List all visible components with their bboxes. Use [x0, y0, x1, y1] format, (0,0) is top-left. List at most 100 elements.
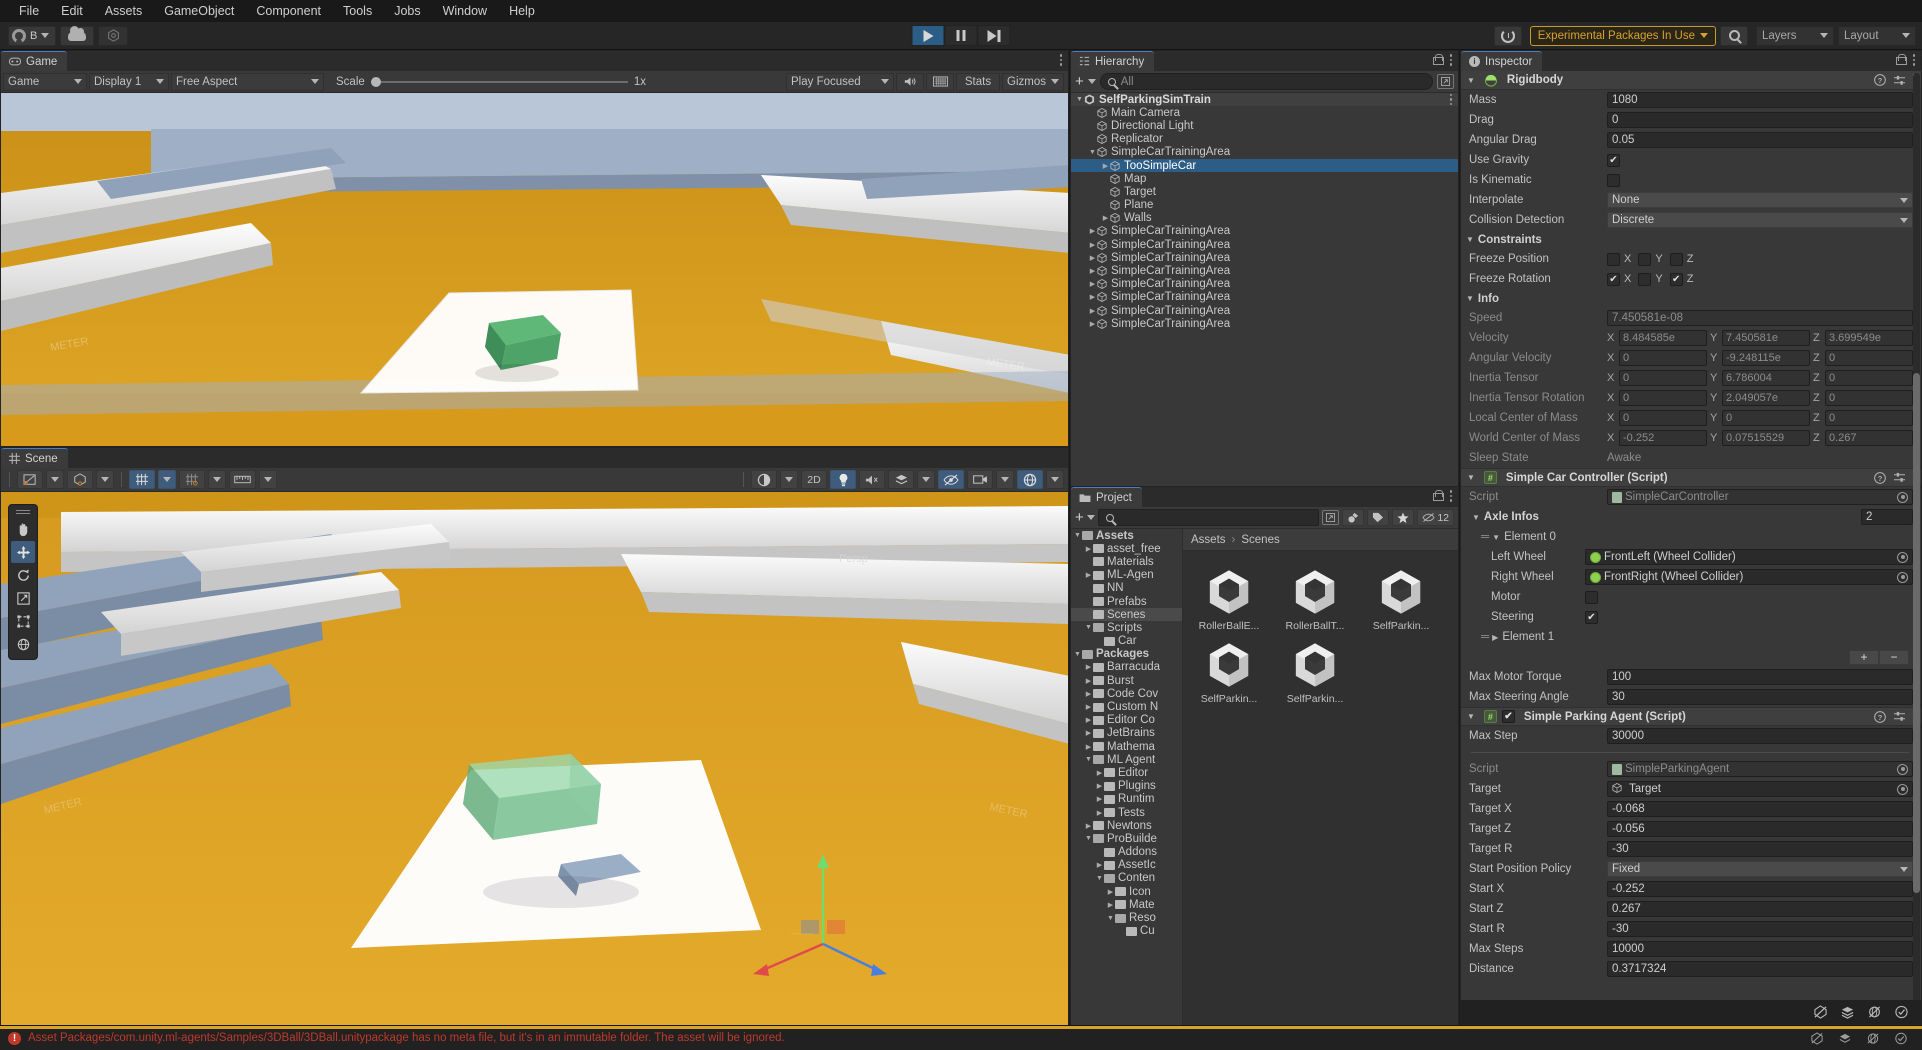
project-tree-item[interactable]: ▼ ProBuilde [1071, 832, 1182, 845]
preset-icon[interactable] [1893, 75, 1906, 86]
project-tree-item[interactable]: ▶ Newtons [1071, 819, 1182, 832]
project-tree-item[interactable]: ▶ Plugins [1071, 780, 1182, 793]
object-reference-field[interactable]: FrontLeft (Wheel Collider) [1585, 549, 1913, 565]
vector-x-input[interactable]: 0 [1619, 350, 1707, 366]
value-input[interactable]: 30 [1607, 689, 1913, 705]
chevron-down-icon[interactable]: ▼ [1466, 294, 1474, 303]
chevron-down-icon[interactable]: ▼ [1073, 651, 1082, 658]
chevron-right-icon[interactable]: ▶ [1095, 782, 1104, 790]
vector-y-input[interactable]: 0.07515529 [1722, 430, 1810, 446]
play-mode-dropdown[interactable]: Play Focused [786, 72, 894, 91]
foldout-section[interactable]: ▼ Info [1461, 289, 1921, 308]
pivot-dropdown[interactable] [46, 470, 64, 489]
chevron-down-icon[interactable]: ▼ [1084, 835, 1093, 842]
vector3-field[interactable]: X 0 Y 6.786004 Z 0 [1607, 370, 1913, 386]
chevron-right-icon[interactable]: ▶ [1106, 888, 1115, 896]
project-tree-item[interactable]: ▼ Conten [1071, 872, 1182, 885]
help-icon[interactable]: ? [1873, 74, 1886, 86]
inspector-content[interactable]: ▼ Rigidbody? Mass 1080 Drag 0 Angular Drag 0.05… [1461, 71, 1921, 1024]
object-reference-field[interactable]: SimpleParkingAgent [1607, 761, 1913, 777]
breadcrumb-item[interactable]: Assets [1191, 534, 1226, 546]
menu-item-tools[interactable]: Tools [332, 1, 383, 21]
value-input[interactable]: 100 [1607, 669, 1913, 685]
asset-item[interactable]: SelfParkin... [1187, 634, 1271, 705]
chevron-down-icon[interactable] [1086, 515, 1095, 520]
lock-icon[interactable] [1432, 490, 1444, 502]
value-input[interactable]: 0.267 [1607, 901, 1913, 917]
object-reference-field[interactable]: FrontRight (Wheel Collider) [1585, 569, 1913, 585]
hierarchy-item[interactable]: Replicator [1071, 133, 1458, 146]
lock-icon[interactable] [1895, 54, 1907, 66]
preset-icon[interactable] [1893, 472, 1906, 483]
aspect-dropdown[interactable]: Free Aspect [171, 72, 324, 91]
remove-element-button[interactable]: − [1879, 649, 1909, 665]
toggle-audio-button[interactable] [859, 470, 885, 489]
vector-z-input[interactable]: 0 [1825, 390, 1913, 406]
array-element-header[interactable]: ═ ▼ Element 0 [1461, 527, 1921, 547]
project-tree-item[interactable]: Addons [1071, 846, 1182, 859]
inspector-scrollbar-thumb[interactable] [1913, 373, 1920, 893]
asset-grid[interactable]: RollerBallE... RollerBallT... SelfParkin..… [1183, 551, 1458, 1028]
checkbox[interactable]: ✔ [1585, 610, 1598, 624]
vector3-field[interactable]: X -0.252 Y 0.07515529 Z 0.267 [1607, 430, 1913, 446]
inspector-scrollbar[interactable] [1913, 73, 1920, 1004]
chevron-right-icon[interactable]: ▶ [1106, 901, 1115, 909]
object-picker-button[interactable] [1897, 551, 1908, 563]
project-expand-button[interactable] [1322, 510, 1340, 525]
chevron-down-icon[interactable]: ▼ [1467, 712, 1475, 721]
checkbox-x[interactable]: ✔ [1607, 272, 1620, 286]
value-input[interactable]: -30 [1607, 921, 1913, 937]
hierarchy-item[interactable]: ▶ SimpleCarTrainingArea [1071, 317, 1458, 330]
layout-dropdown[interactable]: Layout [1838, 25, 1916, 46]
vector-y-input[interactable]: 2.049057e [1722, 390, 1810, 406]
foldout-section[interactable]: ▼ Constraints [1461, 230, 1921, 249]
dropdown-select[interactable]: Fixed [1607, 861, 1913, 877]
project-tree-item[interactable]: ▶ Burst [1071, 674, 1182, 687]
project-tree-item[interactable]: ▼ Reso [1071, 911, 1182, 924]
chevron-right-icon[interactable]: ▶ [1101, 214, 1110, 222]
project-tree-item[interactable]: ▼ Packages [1071, 648, 1182, 661]
value-input[interactable]: -0.056 [1607, 821, 1913, 837]
chevron-right-icon[interactable]: ▶ [1088, 227, 1097, 235]
object-picker-button[interactable] [1897, 571, 1908, 583]
tools-drag-handle[interactable] [16, 509, 30, 515]
menu-item-component[interactable]: Component [245, 1, 332, 21]
object-reference-field[interactable]: Target [1607, 781, 1913, 797]
no-visibility-icon[interactable] [1866, 1032, 1880, 1045]
vertex-snapping-button[interactable] [179, 470, 205, 489]
account-button[interactable]: B [8, 25, 57, 46]
asset-item[interactable]: SelfParkin... [1273, 634, 1357, 705]
project-tree-item[interactable]: ▶ Mate [1071, 898, 1182, 911]
component-header[interactable]: ▼ # ✔ Simple Parking Agent (Script)? [1461, 707, 1921, 726]
add-gameobject-button[interactable]: + [1075, 74, 1084, 89]
chevron-down-icon[interactable] [1087, 79, 1096, 84]
tab-scene[interactable]: Scene [1, 448, 68, 468]
check-circle-icon[interactable] [1894, 1032, 1908, 1045]
scene-camera-dropdown[interactable] [996, 470, 1014, 489]
chevron-right-icon[interactable]: ▶ [1095, 809, 1104, 817]
project-tree-item[interactable]: ▶ Mathema [1071, 740, 1182, 753]
chevron-right-icon[interactable]: ▶ [1084, 729, 1093, 737]
array-size-input[interactable]: 2 [1861, 509, 1913, 525]
gizmos-visibility-dropdown[interactable] [1046, 470, 1064, 489]
hierarchy-tree[interactable]: ▼ SelfParkingSimTrain Main Camera Direction… [1071, 93, 1458, 504]
value-input[interactable]: 1080 [1607, 92, 1913, 108]
chevron-right-icon[interactable]: ▶ [1088, 293, 1097, 301]
hierarchy-item[interactable]: ▼ SelfParkingSimTrain [1071, 93, 1458, 107]
vector-y-input[interactable]: 0 [1722, 410, 1810, 426]
chevron-down-icon[interactable]: ▼ [1472, 513, 1480, 522]
chevron-right-icon[interactable]: ▶ [1095, 795, 1104, 803]
chevron-right-icon[interactable]: ▶ [1084, 822, 1093, 830]
menu-item-window[interactable]: Window [432, 1, 498, 21]
move-tool[interactable] [11, 541, 35, 563]
checkbox[interactable]: ✔ [1607, 153, 1620, 167]
object-picker-button[interactable] [1897, 783, 1908, 795]
chevron-down-icon[interactable]: ▼ [1088, 149, 1097, 156]
checkbox-z[interactable]: ✔ [1669, 272, 1683, 286]
no-visibility-icon[interactable] [1867, 1005, 1882, 1019]
kebab-menu-icon[interactable] [1449, 93, 1452, 106]
project-tree-item[interactable]: ▶ Barracuda [1071, 661, 1182, 674]
vector3-field[interactable]: X 0 Y -9.248115e Z 0 [1607, 350, 1913, 366]
hierarchy-search-input[interactable]: All [1099, 73, 1433, 90]
chevron-right-icon[interactable]: ▶ [1088, 254, 1097, 262]
